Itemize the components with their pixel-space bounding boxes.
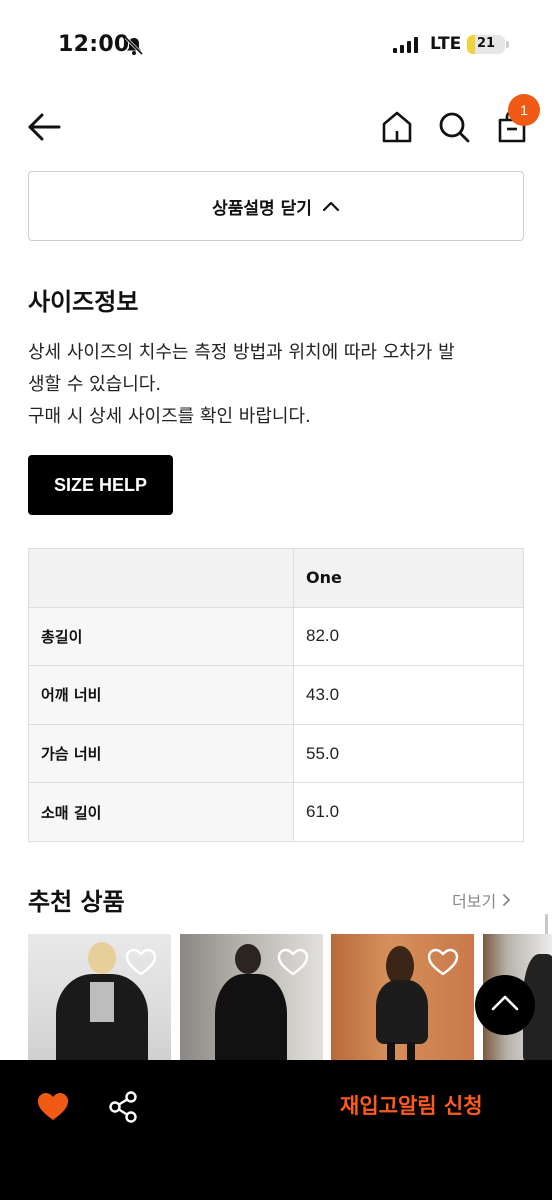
restock-alert-button[interactable]: 재입고알림 신청 <box>340 1090 483 1120</box>
size-help-button[interactable]: SIZE HELP <box>28 455 173 515</box>
row-value: 61.0 <box>293 782 524 842</box>
status-time: 12:00 <box>58 32 130 57</box>
table-row: 어깨 너비 43.0 <box>28 665 524 725</box>
row-label: 가슴 너비 <box>28 723 294 784</box>
row-value: 82.0 <box>293 606 524 667</box>
scroll-to-top-button[interactable] <box>475 975 535 1035</box>
table-row: 소매 길이 61.0 <box>28 782 524 842</box>
row-label: 총길이 <box>28 606 294 667</box>
heart-outline-icon[interactable] <box>277 948 309 976</box>
size-info-title: 사이즈정보 <box>28 288 139 316</box>
table-header-cell: One <box>293 548 524 608</box>
product-card[interactable] <box>180 934 323 1064</box>
search-icon[interactable] <box>437 110 471 144</box>
product-card[interactable] <box>331 934 474 1064</box>
product-image <box>376 980 428 1044</box>
product-image <box>88 942 116 974</box>
home-icon[interactable] <box>380 110 414 144</box>
cart-count-badge: 1 <box>508 94 540 126</box>
table-header-cell <box>28 548 294 608</box>
more-link[interactable]: 더보기 <box>452 888 511 912</box>
bell-slash-icon <box>124 36 144 56</box>
size-info-line: 상세 사이즈의 치수는 측정 방법과 위치에 따라 오차가 발 <box>28 342 455 363</box>
chevron-up-icon <box>491 995 519 1011</box>
collapse-description-label: 상품설명 닫기 <box>212 198 312 219</box>
row-value: 43.0 <box>293 665 524 725</box>
size-table: One 총길이 82.0 어깨 너비 43.0 가슴 너비 55.0 소매 길이… <box>28 548 524 842</box>
size-info-line: 구매 시 상세 사이즈를 확인 바랍니다. <box>28 406 311 427</box>
network-type: LTE <box>430 34 462 54</box>
share-icon[interactable] <box>108 1091 138 1123</box>
signal-icon <box>393 37 418 53</box>
recommendations-title: 추천 상품 <box>28 888 125 916</box>
size-info-line: 생할 수 있습니다. <box>28 374 162 395</box>
heart-outline-icon[interactable] <box>125 948 157 976</box>
status-bar: 12:00 LTE 21 <box>0 0 552 90</box>
more-link-label: 더보기 <box>452 892 497 911</box>
row-label: 소매 길이 <box>28 782 294 842</box>
heart-outline-icon[interactable] <box>427 948 459 976</box>
row-value: 55.0 <box>293 723 524 784</box>
chevron-up-icon <box>322 201 339 212</box>
product-image <box>215 974 287 1064</box>
collapse-description-button[interactable]: 상품설명 닫기 <box>28 171 524 241</box>
product-card[interactable] <box>28 934 171 1064</box>
battery-tip <box>506 41 509 48</box>
chevron-right-icon <box>503 894 511 906</box>
heart-filled-icon[interactable] <box>37 1092 69 1122</box>
bottom-action-bar <box>0 1060 552 1200</box>
battery-level: 21 <box>476 36 496 51</box>
table-row: 가슴 너비 55.0 <box>28 723 524 784</box>
row-label: 어깨 너비 <box>28 665 294 725</box>
table-row: 총길이 82.0 <box>28 606 524 667</box>
battery-indicator: 21 <box>467 35 505 54</box>
product-image <box>235 944 261 974</box>
back-arrow-icon[interactable] <box>26 108 64 146</box>
product-image <box>90 982 114 1022</box>
size-info-description: 상세 사이즈의 치수는 측정 방법과 위치에 따라 오차가 발 생할 수 있습니… <box>28 337 528 433</box>
table-header-row: One <box>28 548 524 608</box>
